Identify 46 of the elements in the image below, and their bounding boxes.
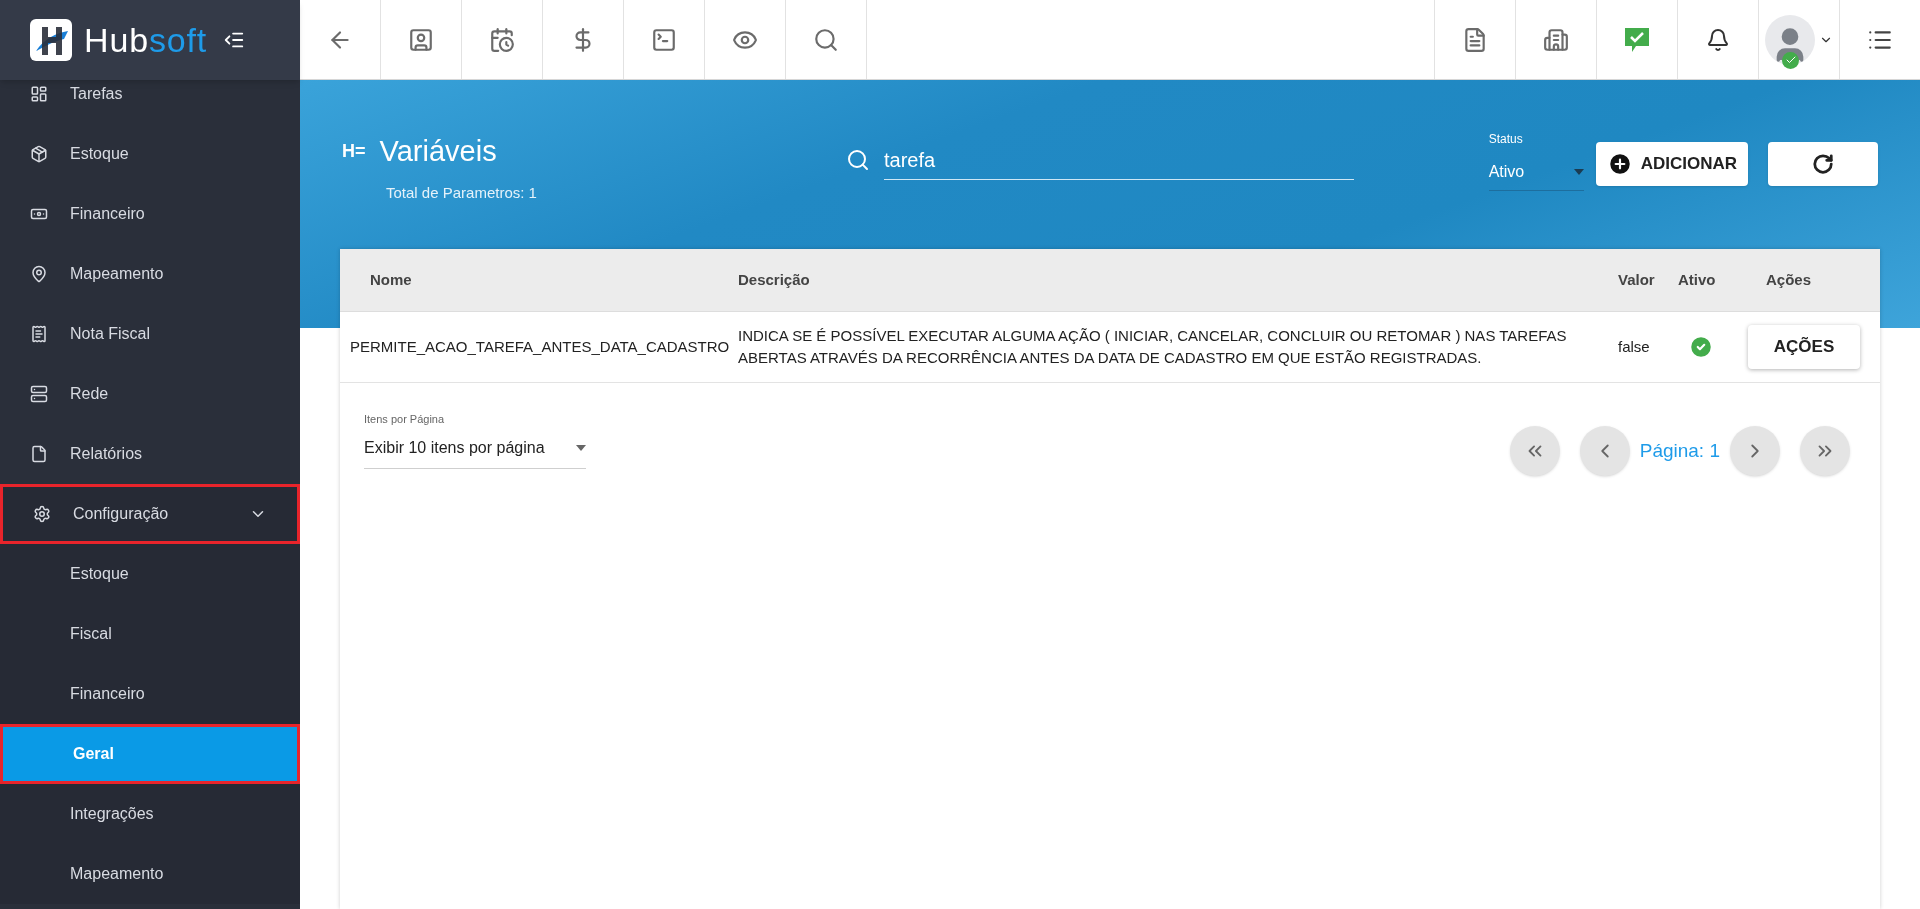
status-select[interactable]: Status Ativo <box>1488 130 1584 191</box>
brand-name: Hubsoft <box>84 23 208 57</box>
sidebar-item[interactable]: Nota Fiscal <box>0 304 300 364</box>
search-field[interactable]: tarefa <box>884 140 1354 180</box>
last-page-button[interactable] <box>1800 426 1850 476</box>
search-icon <box>846 148 870 172</box>
contact-card-icon <box>408 26 434 53</box>
calendar-clock-icon <box>489 26 515 53</box>
page-badge-label: H= <box>342 140 366 164</box>
column-header: Valor <box>1618 269 1656 290</box>
logo-icon <box>30 19 72 61</box>
page-indicator: Página: 1 <box>1639 438 1720 463</box>
actions-button[interactable]: AÇÕES <box>1748 325 1860 369</box>
submenu-item[interactable]: Mapeamento <box>0 844 300 904</box>
column-header: Ações <box>1765 269 1813 290</box>
sidebar-item[interactable]: Mapeamento <box>0 244 300 304</box>
pdf-file-icon <box>1462 26 1488 53</box>
refresh-button[interactable] <box>1768 142 1878 186</box>
dropdown-caret-icon <box>1573 169 1584 175</box>
submenu-item[interactable]: Financeiro <box>0 664 300 724</box>
refresh-icon <box>1812 153 1834 175</box>
first-page-button[interactable] <box>1509 426 1560 476</box>
page-subtitle: Total de Parametros: 1 <box>386 182 538 203</box>
chat-check-icon <box>1623 25 1651 54</box>
table-cell-text: PERMITE_ACAO_TAREFA_ANTES_DATA_CADASTRO <box>349 336 731 357</box>
table-cell-text: false <box>1618 336 1651 357</box>
sidebar-item[interactable]: Rede <box>0 364 300 424</box>
add-button[interactable]: ADICIONAR <box>1595 142 1748 186</box>
sidebar-item[interactable]: Estoque <box>0 124 300 184</box>
items-per-page-select[interactable]: Itens por Página Exibir 10 itens por página <box>364 411 586 469</box>
submenu-item[interactable]: Fiscal <box>0 604 300 664</box>
building-icon <box>1543 26 1569 53</box>
submenu-item[interactable]: Integrações <box>0 784 300 844</box>
search-icon <box>813 26 839 53</box>
dropdown-caret-icon <box>576 444 586 451</box>
terminal-icon <box>651 26 677 53</box>
sidebar-item[interactable]: Configuração <box>0 484 300 544</box>
page-title: Variáveis <box>379 134 497 169</box>
sidebar-item[interactable]: Financeiro <box>0 184 300 244</box>
column-header: Ativo <box>1678 269 1717 290</box>
column-header: Descrição <box>738 269 811 290</box>
submenu-item[interactable]: Estoque <box>0 544 300 604</box>
table-cell-text: INDICA SE É POSSÍVEL EXECUTAR ALGUMA AÇÃO ( INICIAR, CANCELAR, CONCLUIR OU RETOMAR ) NAS TAREFAS ABERTAS ATRAVÉS DA RECORRÊNCIA ANTES DA DATA DE CADASTRO EM QUE ESTÃO REGISTRADAS. <box>738 326 1568 368</box>
bell-icon <box>1706 27 1730 52</box>
column-header: Nome <box>369 269 413 290</box>
sidebar-item[interactable]: Relatórios <box>0 424 300 484</box>
